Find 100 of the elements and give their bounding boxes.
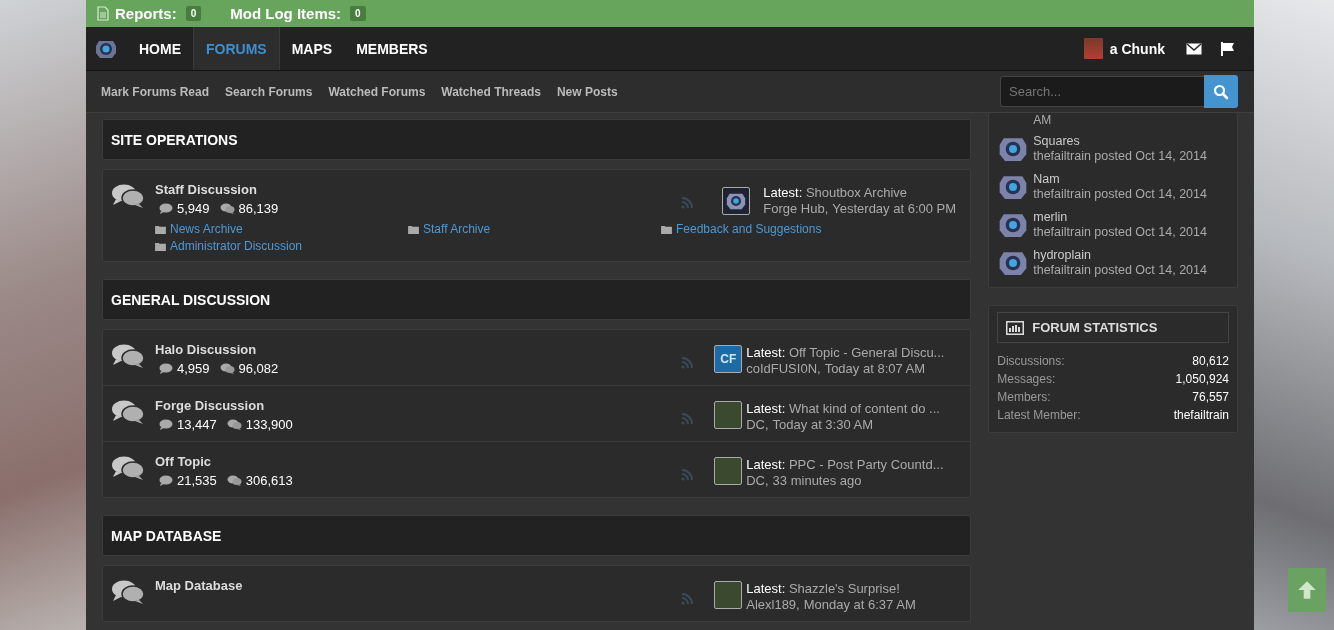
document-icon <box>97 6 109 21</box>
stat-value: thefailtrain <box>1173 407 1229 424</box>
poster-name-link[interactable]: DC, <box>746 417 769 432</box>
comments-icon <box>219 363 235 374</box>
search-button[interactable] <box>1204 75 1238 108</box>
poster-name-link[interactable]: coIdFUSI0N, <box>746 361 821 376</box>
flag-icon[interactable] <box>1220 41 1236 56</box>
map-title-link[interactable]: Nam <box>1033 172 1207 187</box>
speech-bubbles-icon <box>111 579 145 605</box>
sub-nav-link[interactable]: New Posts <box>556 84 618 99</box>
sub-nav-link[interactable]: Watched Forums <box>328 84 426 99</box>
comment-icon <box>159 363 173 374</box>
speech-bubbles-icon <box>111 399 145 425</box>
latest-thread-link[interactable]: What kind of content do ... <box>788 401 940 416</box>
stat-value: 1,050,924 <box>1175 371 1229 388</box>
forum-title-link[interactable]: Forge Discussion <box>155 398 265 413</box>
folder-icon <box>408 224 419 234</box>
discussion-count: 21,535 <box>177 473 217 488</box>
search-icon <box>1213 83 1229 100</box>
latest-thread-link[interactable]: Off Topic - General Discu... <box>788 345 945 360</box>
stat-label: Members: <box>997 389 1051 406</box>
forum-title-link[interactable]: Off Topic <box>155 454 212 469</box>
comment-icon <box>159 475 173 486</box>
mail-icon[interactable] <box>1186 42 1202 55</box>
comment-icon <box>159 203 173 214</box>
category-title[interactable]: SITE OPERATIONS <box>111 131 238 148</box>
map-meta: thefailtrain posted Oct 14, 2014 <box>1033 187 1207 202</box>
post-time: Today at 3:30 AM <box>772 417 874 432</box>
map-title-link[interactable]: Squares <box>1033 134 1207 149</box>
speech-bubbles-icon <box>111 183 145 209</box>
comments-icon <box>219 203 235 214</box>
post-time: Yesterday at 6:00 PM <box>832 201 957 216</box>
post-time: 33 minutes ago <box>772 473 862 488</box>
reports-count: 0 <box>185 6 202 21</box>
mod-log-count: 0 <box>350 6 366 21</box>
latest-label: Latest: <box>746 581 786 596</box>
poster-avatar[interactable] <box>714 457 743 485</box>
nav-tab[interactable]: MEMBERS <box>344 27 440 70</box>
search-field[interactable]: Search... <box>1000 76 1204 107</box>
poster-name-link[interactable]: Forge Hub, <box>763 201 829 216</box>
stat-value: 80,612 <box>1192 353 1229 370</box>
latest-label: Latest: <box>746 401 786 416</box>
stat-label: Latest Member: <box>997 407 1081 424</box>
forum-title-link[interactable]: Map Database <box>155 578 243 593</box>
latest-label: Latest: <box>746 345 786 360</box>
poster-avatar[interactable]: CF <box>714 345 743 373</box>
folder-icon <box>155 241 166 251</box>
speech-bubbles-icon <box>111 455 145 481</box>
comments-icon <box>226 419 242 430</box>
message-count: 96,082 <box>238 361 279 376</box>
nav-tab[interactable]: MAPS <box>279 27 345 70</box>
subforum-link[interactable]: News Archive <box>170 222 243 236</box>
forum-title-link[interactable]: Staff Discussion <box>155 182 257 197</box>
category-title[interactable]: MAP DATABASE <box>111 527 222 544</box>
subforum-link[interactable]: Administrator Discussion <box>170 239 303 253</box>
poster-name-link[interactable]: DC, <box>746 473 769 488</box>
latest-label: Latest: <box>763 185 803 200</box>
user-avatar[interactable] <box>1083 38 1103 59</box>
category-title[interactable]: GENERAL DISCUSSION <box>111 291 271 308</box>
map-meta: thefailtrain posted Oct 14, 2014 <box>1033 225 1207 240</box>
poster-name-link[interactable]: Alexl189, <box>746 597 800 612</box>
nav-tab[interactable]: FORUMS <box>193 27 280 70</box>
discussion-count: 5,949 <box>177 201 210 216</box>
folder-icon <box>155 224 166 234</box>
stat-label: Messages: <box>997 371 1056 388</box>
message-count: 306,613 <box>245 473 293 488</box>
sub-nav-link[interactable]: Watched Threads <box>441 84 541 99</box>
latest-thread-link[interactable]: Shazzle's Surprise! <box>788 581 900 596</box>
statistics-title: FORUM STATISTICS <box>1032 320 1158 335</box>
map-title-link[interactable]: merlin <box>1033 210 1207 225</box>
latest-label: Latest: <box>746 457 786 472</box>
sub-nav-link[interactable]: Search Forums <box>225 84 313 99</box>
map-title-link[interactable]: hydroplain <box>1033 248 1207 263</box>
post-time: AM <box>1032 113 1053 127</box>
latest-thread-link[interactable]: Shoutbox Archive <box>805 185 908 200</box>
comments-icon <box>226 475 242 486</box>
sub-nav-link[interactable]: Mark Forums Read <box>101 84 210 99</box>
bar-chart-icon <box>1006 320 1025 335</box>
forum-title-link[interactable]: Halo Discussion <box>155 342 257 357</box>
message-count: 133,900 <box>245 417 293 432</box>
stat-label: Discussions: <box>997 353 1065 370</box>
map-meta: thefailtrain posted Oct 14, 2014 <box>1033 149 1207 164</box>
folder-icon <box>661 224 672 234</box>
user-name-link[interactable]: a Chunk <box>1109 40 1165 57</box>
nav-tab[interactable]: HOME <box>127 27 193 70</box>
stat-value: 76,557 <box>1192 389 1229 406</box>
poster-avatar[interactable] <box>714 401 743 429</box>
speech-bubbles-icon <box>111 343 145 369</box>
message-count: 86,139 <box>238 201 279 216</box>
latest-thread-link[interactable]: PPC - Post Party Countd... <box>788 457 944 472</box>
map-meta: thefailtrain posted Oct 14, 2014 <box>1033 263 1207 278</box>
poster-avatar[interactable] <box>714 581 743 609</box>
post-time: Monday at 6:37 AM <box>803 597 916 612</box>
post-time: Today at 8:07 AM <box>824 361 926 376</box>
subforum-link[interactable]: Staff Archive <box>423 222 491 236</box>
poster-avatar[interactable] <box>722 187 751 215</box>
subforum-link[interactable]: Feedback and Suggestions <box>676 222 822 236</box>
arrow-up-icon <box>1296 579 1318 601</box>
discussion-count: 4,959 <box>177 361 210 376</box>
discussion-count: 13,447 <box>177 417 217 432</box>
